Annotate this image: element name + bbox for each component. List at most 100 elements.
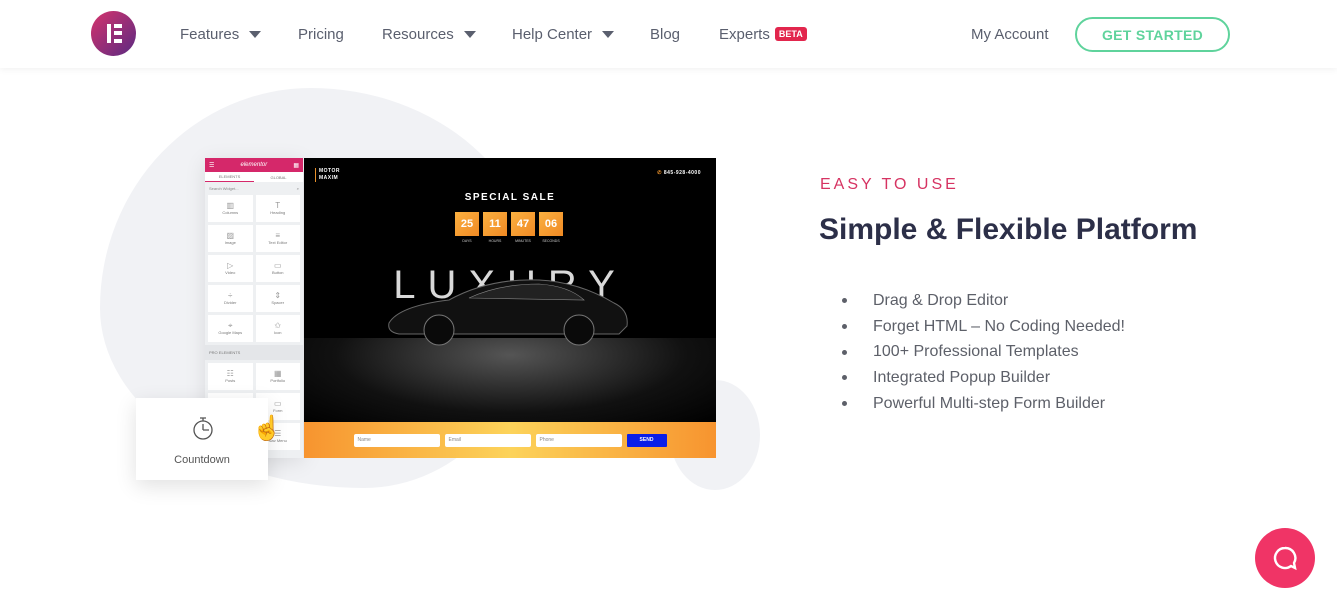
widget-label: Form xyxy=(273,408,283,413)
phone-icon: ✆ xyxy=(657,170,662,176)
countdown-seconds: 06 SECONDS xyxy=(539,212,563,243)
list-item: Drag & Drop Editor xyxy=(842,288,1125,314)
chat-button[interactable] xyxy=(1255,528,1315,588)
grid-icon[interactable]: ▦ xyxy=(293,162,299,169)
countdown-timer: 25 DAYS 11 HOURS 47 MINUTES 06 SECONDS xyxy=(455,212,563,243)
stopwatch-icon xyxy=(193,417,213,440)
car-image xyxy=(388,279,628,346)
lead-form: Name Email Phone SEND xyxy=(304,422,716,458)
nav-experts[interactable]: Experts BETA xyxy=(719,0,807,68)
elementor-logo[interactable] xyxy=(91,11,136,56)
columns-icon: ▥ xyxy=(226,201,235,210)
feature-list: Drag & Drop Editor Forget HTML – No Codi… xyxy=(842,288,1125,416)
bullet-icon xyxy=(842,324,847,330)
sale-heading: SPECIAL SALE xyxy=(464,192,556,203)
video-icon: ▷ xyxy=(227,261,234,270)
bullet-icon xyxy=(842,349,847,355)
widget-label: Icon xyxy=(273,330,282,335)
search-placeholder: Search Widget... xyxy=(209,186,239,191)
widget-label: Heading xyxy=(270,210,286,215)
widget-divider[interactable]: ÷ Divider xyxy=(208,285,253,312)
map-icon: ⌖ xyxy=(227,321,233,330)
countdown-label: Countdown xyxy=(174,454,230,466)
countdown-minutes: 47 MINUTES xyxy=(511,212,535,243)
menu-icon[interactable]: ☰ xyxy=(209,162,214,169)
widget-label: Spacer xyxy=(271,300,285,305)
widget-label: Divider xyxy=(224,300,237,305)
widget-search-input[interactable]: Search Widget... ⌕ xyxy=(205,182,303,195)
spacer-icon: ⇕ xyxy=(274,291,282,300)
pro-elements-heading: PRO ELEMENTS xyxy=(205,345,303,360)
widget-label: Button xyxy=(271,270,284,275)
chat-bubble-icon xyxy=(1273,546,1297,571)
bullet-icon xyxy=(842,375,847,381)
nav-blog[interactable]: Blog xyxy=(650,0,680,68)
phone-number: ✆ 845-928-4000 xyxy=(657,170,701,176)
widget-video[interactable]: ▷ Video xyxy=(208,255,253,282)
widget-text-editor[interactable]: ≡ Text Editor xyxy=(255,225,300,252)
name-input[interactable]: Name xyxy=(353,433,440,447)
widget-posts[interactable]: ☷ Posts xyxy=(208,363,253,390)
widget-heading[interactable]: T Heading xyxy=(255,195,300,222)
portfolio-icon: ▦ xyxy=(273,369,282,378)
nav-label: Help Center xyxy=(512,25,593,43)
bullet-icon xyxy=(842,401,847,407)
nav-resources[interactable]: Resources xyxy=(382,0,476,68)
nav-label: My Account xyxy=(971,25,1049,43)
countdown-days: 25 DAYS xyxy=(455,212,479,243)
tab-global[interactable]: GLOBAL xyxy=(254,172,303,182)
preview-canvas: MOTOR MAXIM ✆ 845-928-4000 SPECIAL SALE 2… xyxy=(304,158,716,458)
list-item: Forget HTML – No Coding Needed! xyxy=(842,314,1125,340)
widget-spacer[interactable]: ⇕ Spacer xyxy=(255,285,300,312)
editor-logo: elementor xyxy=(240,162,268,168)
heading-icon: T xyxy=(275,201,281,210)
widget-label: Portfolio xyxy=(270,378,286,383)
widget-label: Google Maps xyxy=(218,330,243,335)
nav-features[interactable]: Features xyxy=(180,0,262,68)
nav-label: Blog xyxy=(650,25,681,43)
widget-label: Text Editor xyxy=(268,240,288,245)
countdown-widget-card[interactable]: Countdown xyxy=(136,398,268,480)
nav-help-center[interactable]: Help Center xyxy=(512,0,615,68)
image-icon: ▨ xyxy=(226,231,235,240)
phone-input[interactable]: Phone xyxy=(535,433,622,447)
widget-label: Image xyxy=(224,240,236,245)
widget-label: Posts xyxy=(225,378,236,383)
posts-icon: ☷ xyxy=(226,369,234,378)
divider-icon: ÷ xyxy=(228,291,233,300)
beta-badge: BETA xyxy=(774,27,807,41)
list-item: Integrated Popup Builder xyxy=(842,365,1125,391)
bullet-icon xyxy=(842,298,847,304)
search-icon: ⌕ xyxy=(296,186,299,191)
section-title: Simple & Flexible Platform xyxy=(819,213,1198,246)
widget-button[interactable]: ▭ Button xyxy=(255,255,300,282)
countdown-hours: 11 HOURS xyxy=(483,212,507,243)
site-header: Features Pricing Resources Help Center B… xyxy=(0,0,1337,68)
hand-cursor-icon: ☝ xyxy=(252,415,282,442)
send-button[interactable]: SEND xyxy=(626,433,667,447)
get-started-button[interactable]: GET STARTED xyxy=(1075,17,1230,52)
widget-google-maps[interactable]: ⌖ Google Maps xyxy=(208,315,253,342)
widget-columns[interactable]: ▥ Columns xyxy=(208,195,253,222)
brand-logo: MOTOR MAXIM xyxy=(315,168,340,182)
editor-topbar: ☰ elementor ▦ xyxy=(205,158,303,172)
form-icon: ▭ xyxy=(273,399,282,408)
text-editor-icon: ≡ xyxy=(275,231,281,240)
nav-label: Pricing xyxy=(298,25,344,43)
caret-down-icon xyxy=(602,30,615,38)
email-input[interactable]: Email xyxy=(444,433,531,447)
my-account-link[interactable]: My Account xyxy=(971,0,1049,68)
list-item: Powerful Multi-step Form Builder xyxy=(842,391,1125,417)
widget-label: Columns xyxy=(222,210,239,215)
list-item: 100+ Professional Templates xyxy=(842,339,1125,365)
widget-icon[interactable]: ✩ Icon xyxy=(255,315,300,342)
nav-pricing[interactable]: Pricing xyxy=(298,0,344,68)
button-icon: ▭ xyxy=(273,261,282,270)
widget-image[interactable]: ▨ Image xyxy=(208,225,253,252)
tab-elements[interactable]: ELEMENTS xyxy=(205,172,254,182)
caret-down-icon xyxy=(463,30,476,38)
floor-light xyxy=(304,338,716,423)
widget-label: Video xyxy=(225,270,236,275)
widget-portfolio[interactable]: ▦ Portfolio xyxy=(255,363,300,390)
star-icon: ✩ xyxy=(274,321,282,330)
